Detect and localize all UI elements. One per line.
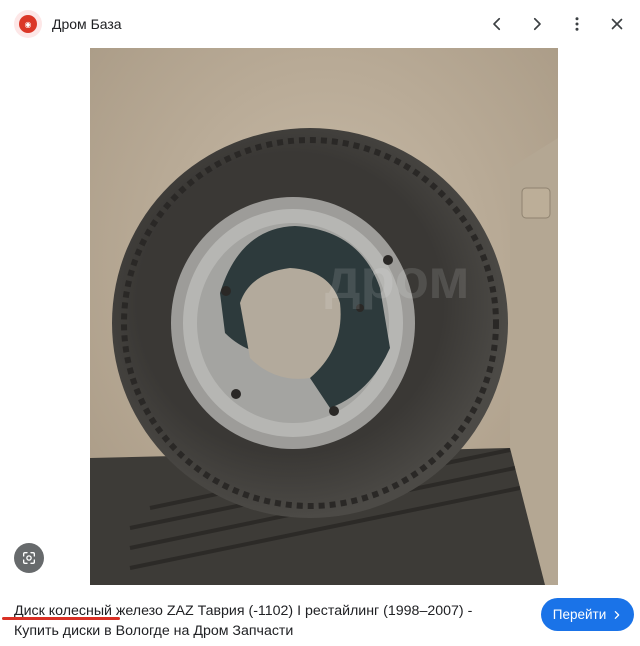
close-icon <box>611 18 623 30</box>
more-options-button[interactable] <box>561 8 593 40</box>
previous-button[interactable] <box>481 8 513 40</box>
more-vert-icon <box>575 17 579 31</box>
chevron-right-icon <box>533 17 541 31</box>
caption-title-rest: железо ZAZ Таврия (-1102) I рестайлинг (… <box>111 603 473 619</box>
close-button[interactable] <box>601 8 633 40</box>
visit-button-label: Перейти <box>552 607 607 622</box>
caption-subtitle: Купить диски в Вологде на Дром Запчасти <box>14 623 294 639</box>
result-caption[interactable]: Диск колесный железо ZAZ Таврия (-1102) … <box>14 601 524 641</box>
drom-logo-icon: ◉ <box>19 15 37 33</box>
next-button[interactable] <box>521 8 553 40</box>
visit-button[interactable]: Перейти <box>541 598 634 631</box>
highlight-underline <box>2 617 120 620</box>
site-name[interactable]: Дром База <box>52 16 122 32</box>
chevron-right-icon <box>614 610 620 619</box>
viewer-header: ◉ Дром База <box>0 0 640 48</box>
google-lens-icon <box>23 552 35 564</box>
site-logo[interactable]: ◉ <box>14 10 42 38</box>
google-lens-button[interactable] <box>14 543 44 573</box>
image-preview: дром <box>0 48 640 585</box>
chevron-left-icon <box>493 17 501 31</box>
wheel-photo[interactable]: дром <box>90 48 558 585</box>
watermark-text: дром <box>325 247 470 310</box>
